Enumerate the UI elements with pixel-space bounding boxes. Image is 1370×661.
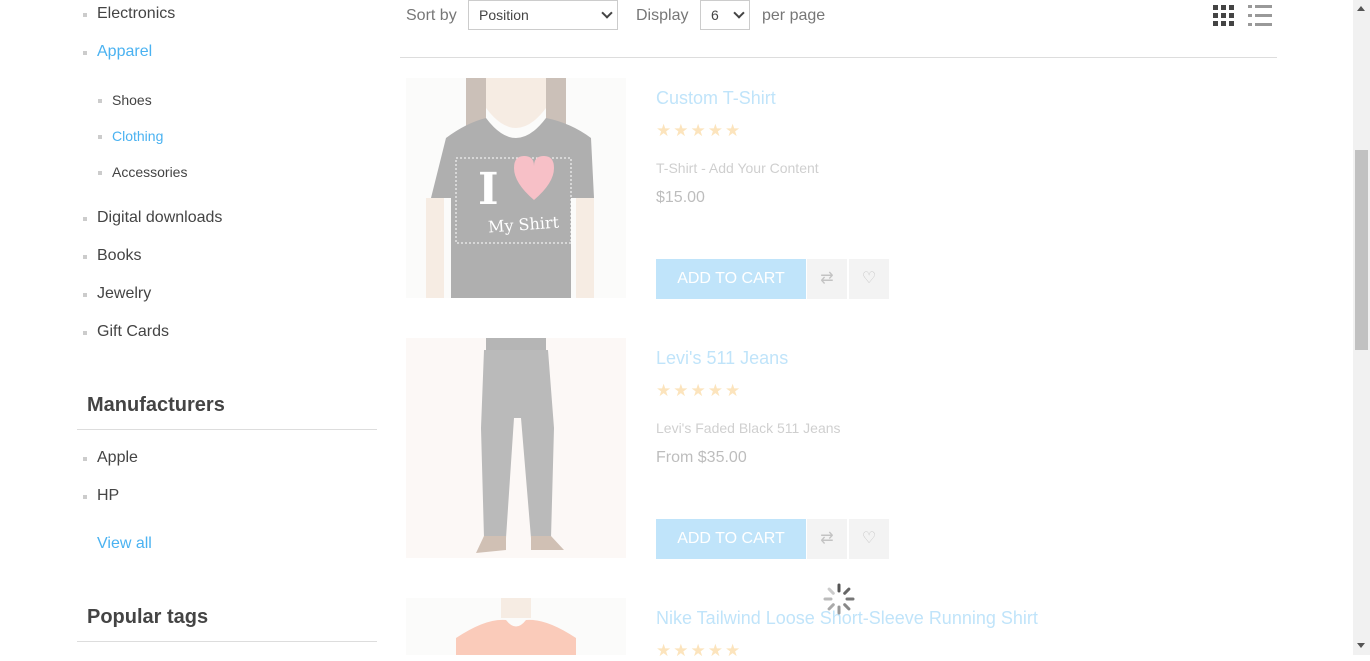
bullet	[83, 293, 87, 297]
divider	[77, 641, 377, 642]
page-size-value: 6	[711, 7, 719, 23]
category-label: Jewelry	[97, 285, 152, 302]
chevron-down-icon	[601, 7, 613, 19]
category-label: Gift Cards	[97, 323, 170, 340]
product-price: From $35.00	[656, 449, 747, 466]
bullet	[98, 171, 102, 175]
category-label: Apparel	[97, 43, 153, 60]
compare-icon[interactable]: ⇄	[807, 519, 847, 559]
tshirt-print-letter: I	[478, 164, 499, 215]
rating-stars-icon: ★★★★★	[656, 641, 743, 660]
product-price: $15.00	[656, 189, 705, 206]
sort-by-value: Position	[479, 7, 529, 23]
popular-tags-title: Popular tags	[87, 606, 209, 628]
bullet	[83, 13, 87, 17]
product-title[interactable]: Custom T-Shirt	[656, 88, 776, 109]
list-view-icon[interactable]	[1248, 5, 1272, 26]
page-size-select[interactable]: 6	[700, 0, 750, 30]
bullet	[83, 255, 87, 259]
category-label: Books	[97, 247, 142, 264]
product-image-levis-jeans[interactable]	[406, 338, 626, 558]
chevron-down-icon	[733, 7, 745, 19]
divider	[77, 429, 377, 430]
scroll-up-arrow-icon[interactable]	[1357, 6, 1365, 11]
per-page-label: per page	[762, 7, 826, 24]
add-to-cart-button[interactable]: ADD TO CART	[656, 259, 806, 299]
display-label: Display	[636, 7, 689, 24]
scroll-down-arrow-icon[interactable]	[1357, 643, 1365, 648]
view-all-manufacturers-link[interactable]: View all	[97, 535, 152, 553]
jeans-image	[406, 338, 626, 558]
manufacturers-title: Manufacturers	[87, 394, 225, 416]
bullet	[83, 331, 87, 335]
grid-view-icon[interactable]	[1213, 5, 1234, 26]
tshirt-image	[406, 78, 626, 298]
product-description: Levi's Faded Black 511 Jeans	[656, 420, 841, 436]
subcategory-label: Clothing	[112, 128, 164, 144]
rating-stars-icon: ★★★★★	[656, 381, 743, 400]
subcategory-shoes[interactable]: Shoes	[98, 92, 152, 108]
loading-spinner-icon	[823, 583, 855, 615]
category-label: Electronics	[97, 5, 176, 22]
sort-by-label: Sort by	[406, 7, 457, 24]
product-image-nike-shirt[interactable]	[406, 598, 626, 655]
wishlist-heart-icon[interactable]: ♡	[849, 259, 889, 299]
product-description: T-Shirt - Add Your Content	[656, 160, 819, 176]
subcategory-accessories[interactable]: Accessories	[98, 164, 188, 180]
running-shirt-image	[406, 598, 626, 655]
compare-icon[interactable]: ⇄	[807, 259, 847, 299]
bullet	[83, 457, 87, 461]
subcategory-clothing[interactable]: Clothing	[98, 128, 164, 144]
scrollbar-thumb[interactable]	[1355, 150, 1368, 350]
add-to-cart-button[interactable]: ADD TO CART	[656, 519, 806, 559]
product-image-custom-tshirt[interactable]: I My Shirt	[406, 78, 626, 298]
divider	[400, 57, 1277, 58]
manufacturer-label: Apple	[97, 449, 138, 466]
bullet	[98, 99, 102, 103]
subcategory-label: Shoes	[112, 92, 152, 108]
rating-stars-icon: ★★★★★	[656, 121, 743, 140]
bullet	[83, 495, 87, 499]
category-label: Digital downloads	[97, 209, 223, 226]
bullet	[83, 51, 87, 55]
manufacturer-label: HP	[97, 487, 120, 504]
product-title[interactable]: Levi's 511 Jeans	[656, 348, 788, 369]
bullet	[98, 135, 102, 139]
wishlist-heart-icon[interactable]: ♡	[849, 519, 889, 559]
subcategory-label: Accessories	[112, 164, 188, 180]
bullet	[83, 217, 87, 221]
sort-by-select[interactable]: Position	[468, 0, 618, 30]
